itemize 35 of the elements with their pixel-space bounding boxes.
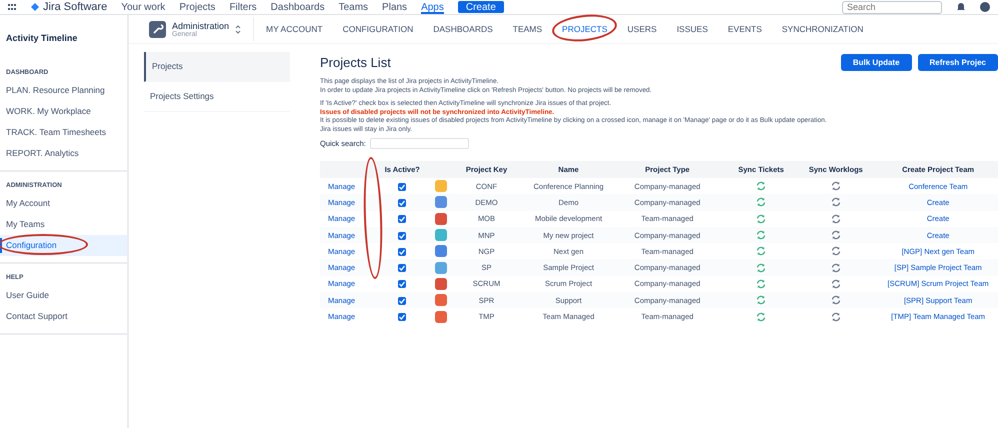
sidebar-item[interactable]: Configuration [0,235,127,256]
sidebar-item[interactable]: User Guide [0,285,127,306]
refresh-projects-button[interactable]: Refresh Projec [918,54,998,70]
product-name: Jira Software [43,1,108,13]
bulk-update-button[interactable]: Bulk Update [840,54,912,70]
search-field[interactable]: Search [842,0,942,14]
sidebar-item[interactable]: PLAN. Resource Planning [0,80,127,101]
tab[interactable]: PROJECTS [562,24,608,34]
nav-tab[interactable]: Your work [121,0,166,14]
tab[interactable]: DASHBOARDS [433,24,493,34]
page-title: Projects List [320,54,392,70]
sidebar-item[interactable]: REPORT. Analytics [0,143,127,164]
sidebar-item[interactable]: TRACK. Team Timesheets [0,122,127,143]
nav-tab[interactable]: Plans [382,0,408,14]
sidebar-item[interactable]: My Account [0,193,127,214]
sidebar-item[interactable]: My Teams [0,214,127,235]
tab[interactable]: SYNCHRONIZATION [782,24,864,34]
tab[interactable]: EVENTS [728,24,762,34]
nav-tab[interactable]: Projects [179,0,216,14]
sidebar-item[interactable]: WORK. My Workplace [0,101,127,122]
admin-title: Administration [172,20,230,30]
subnav-item[interactable]: Projects [144,52,290,82]
tab[interactable]: ISSUES [676,24,708,34]
tab[interactable]: TEAMS [512,24,542,34]
nav-tab[interactable]: Apps [421,0,444,14]
tab[interactable]: MY ACCOUNT [266,24,323,34]
nav-tab[interactable]: Teams [338,0,368,14]
subnav-item[interactable]: Projects Settings [144,82,290,112]
tab[interactable]: USERS [627,24,657,34]
sidebar-item[interactable]: Contact Support [0,306,127,327]
tab[interactable]: CONFIGURATION [342,24,414,34]
nav-tab[interactable]: Dashboards [270,0,325,14]
nav-tab[interactable]: Filters [229,0,257,14]
app-title: Activity Timeline [5,32,78,45]
create-button[interactable]: Create [458,1,504,13]
